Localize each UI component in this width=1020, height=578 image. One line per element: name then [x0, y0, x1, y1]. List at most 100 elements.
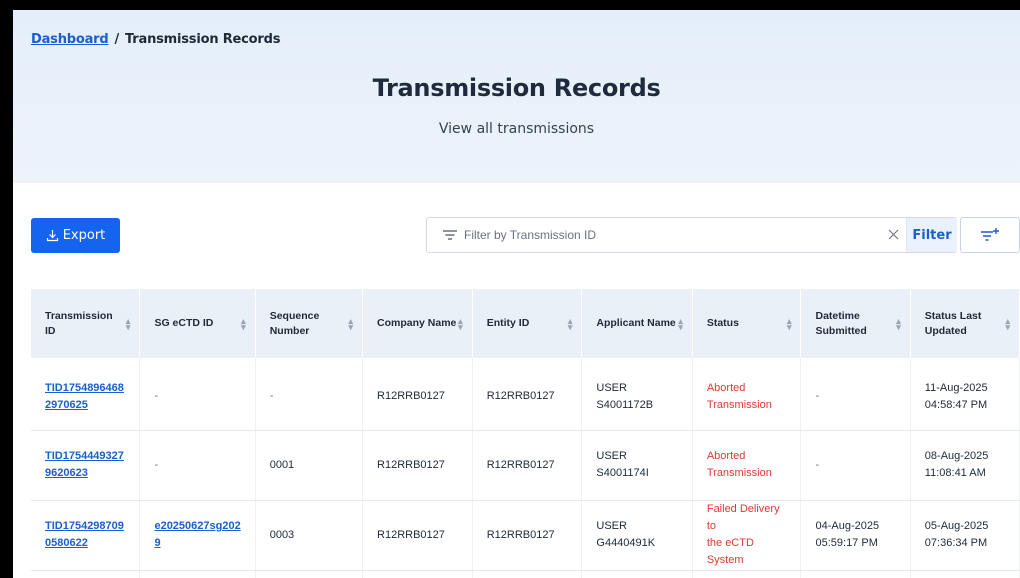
advanced-filter-button[interactable] — [960, 217, 1020, 253]
close-icon[interactable] — [888, 229, 899, 240]
cell-transmission-id: TID1754449327 9620623 — [31, 430, 141, 501]
table-row-partial — [31, 570, 1020, 578]
sort-icon[interactable]: ▴ ▾ — [126, 316, 131, 331]
empty-cell — [910, 570, 1020, 578]
column-header-label: Number — [269, 324, 310, 337]
transmission-id-link[interactable]: TID1754449327 9620623 — [45, 450, 124, 479]
column-header-transmission-id[interactable]: Transmission ID ▴ ▾ — [31, 289, 141, 358]
cell-text: - — [154, 390, 159, 403]
column-header-datetime-submitted[interactable]: Datetime Submitted ▴ ▾ — [800, 289, 911, 358]
cell-status-last-updated: 08-Aug-2025 11:08:41 AM — [910, 430, 1020, 501]
cell-text: USER S4001174I — [596, 450, 649, 479]
empty-cell — [800, 570, 911, 578]
sort-icon[interactable]: ▴ ▾ — [241, 316, 246, 331]
filter-button[interactable]: Filter — [906, 218, 957, 252]
cell-sequence-number: 0003 — [255, 500, 364, 571]
filter-bar: Filter — [426, 217, 957, 253]
cell-text: R12RRB0127 — [377, 458, 445, 471]
download-icon — [46, 230, 58, 242]
column-header-sg-ectd-id[interactable]: SG eCTD ID ▴ ▾ — [139, 289, 256, 358]
page-header: Dashboard / Transmission Records Transmiss… — [13, 10, 1020, 183]
cell-entity-id: R12RRB0127 — [472, 358, 583, 431]
sort-icon[interactable]: ▴ ▾ — [1005, 316, 1010, 331]
transmission-table: Transmission ID ▴ ▾ SG eCTD ID ▴ ▾ Sequence Num… — [31, 289, 1020, 578]
cell-datetime-submitted: - — [800, 430, 911, 501]
sort-icon[interactable]: ▴ ▾ — [348, 316, 353, 331]
column-header-status[interactable]: Status ▴ ▾ — [692, 289, 802, 358]
column-header-label: Status Last — [924, 309, 982, 322]
cell-text: 07:36:34 PM — [924, 537, 988, 549]
export-label: Export — [62, 228, 106, 243]
column-header-status-last-updated[interactable]: Status Last Updated ▴ ▾ — [910, 289, 1020, 358]
cell-sg-ectd-id: e20250627sg202 9 — [139, 500, 256, 571]
transmission-id-filter-input[interactable] — [464, 219, 874, 251]
column-header-company-name[interactable]: Company Name ▴ ▾ — [362, 289, 473, 358]
cell-sg-ectd-id: - — [139, 358, 256, 431]
cell-sequence-number: 0001 — [255, 430, 364, 501]
cell-text: the eCTD System — [706, 537, 754, 566]
cell-text: 05-Aug-2025 — [924, 520, 989, 532]
cell-text: 0001 — [269, 458, 295, 471]
cell-datetime-submitted: - — [800, 358, 911, 431]
sort-icon[interactable]: ▴ ▾ — [678, 316, 683, 331]
app-window: Dashboard / Transmission Records Transmiss… — [13, 10, 1020, 578]
breadcrumb: Dashboard / Transmission Records — [31, 32, 280, 47]
empty-cell — [692, 570, 802, 578]
column-header-entity-id[interactable]: Entity ID ▴ ▾ — [472, 289, 583, 358]
cell-text: 9620623 — [45, 467, 88, 479]
table-row[interactable]: TID1754449327 9620623 - 0001 R12RRB0127 R12RR… — [31, 430, 1020, 501]
cell-text: TID1754896468 — [45, 381, 124, 394]
empty-cell — [31, 570, 141, 578]
cell-text: R12RRB0127 — [377, 390, 445, 403]
cell-status-last-updated: 05-Aug-2025 07:36:34 PM — [910, 500, 1020, 571]
cell-text: Aborted — [706, 450, 746, 462]
cell-text: TID1754449327 — [45, 450, 124, 462]
breadcrumb-dashboard-link[interactable]: Dashboard — [31, 32, 109, 47]
transmission-id-link[interactable]: TID1754298709 0580622 — [45, 520, 124, 549]
table-row[interactable]: TID1754298709 0580622 e20250627sg202 9 0003 R… — [31, 500, 1020, 571]
cell-text: 11-Aug-2025 — [924, 381, 988, 394]
sort-icon[interactable]: ▴ ▾ — [896, 316, 901, 331]
cell-text: 11:08:41 AM — [924, 467, 986, 479]
column-header-applicant-name[interactable]: Applicant Name ▴ ▾ — [581, 289, 693, 358]
table-header-row: Transmission ID ▴ ▾ SG eCTD ID ▴ ▾ Sequence Num… — [31, 289, 1020, 358]
cell-text: 2970625 — [45, 398, 88, 411]
cell-text: - — [815, 390, 820, 403]
cell-text: R12RRB0127 — [377, 528, 445, 541]
cell-text: 0003 — [269, 528, 295, 541]
sort-icon[interactable]: ▴ ▾ — [568, 316, 573, 331]
sort-icon[interactable]: ▴ ▾ — [787, 316, 792, 331]
export-button[interactable]: Export — [31, 218, 120, 253]
table-row[interactable]: TID1754896468 2970625 - - R12RRB0127 R12RRB01… — [31, 358, 1020, 431]
cell-sequence-number: - — [255, 358, 364, 431]
filter-lines-icon — [443, 230, 457, 240]
cell-text: Transmission — [706, 467, 772, 479]
cell-text: R12RRB0127 — [486, 528, 555, 541]
transmission-id-link[interactable]: TID1754896468 2970625 — [45, 382, 124, 411]
cell-status-last-updated: 11-Aug-2025 04:58:47 PM — [910, 358, 1020, 431]
cell-company-name: R12RRB0127 — [362, 500, 473, 571]
column-header-label: Company Name — [377, 317, 457, 329]
cell-text: - — [154, 458, 159, 471]
cell-text: 05:59:17 PM — [815, 537, 878, 549]
column-header-sequence-number[interactable]: Sequence Number ▴ ▾ — [255, 289, 364, 358]
column-header-label: Applicant Name — [596, 317, 676, 329]
filter-add-icon — [981, 228, 999, 241]
cell-applicant-name: USER G4440491K — [581, 500, 693, 571]
cell-transmission-id: TID1754298709 0580622 — [31, 500, 141, 571]
sort-icon[interactable]: ▴ ▾ — [458, 316, 463, 331]
column-header-label: Updated — [924, 324, 967, 337]
sg-ectd-id-link[interactable]: e20250627sg202 9 — [154, 520, 240, 549]
cell-text: R12RRB0127 — [486, 458, 555, 471]
empty-cell — [472, 570, 583, 578]
page-subtitle: View all transmissions — [438, 121, 595, 137]
cell-text: 9 — [154, 537, 161, 549]
column-header-label: SG eCTD ID — [154, 317, 214, 329]
empty-cell — [581, 570, 693, 578]
cell-datetime-submitted: 04-Aug-2025 05:59:17 PM — [800, 500, 911, 571]
cell-text: - — [815, 458, 820, 471]
cell-status: Failed Delivery to the eCTD System — [692, 500, 802, 571]
column-header-label: Status — [706, 317, 739, 329]
column-header-label: Datetime — [815, 309, 860, 322]
cell-entity-id: R12RRB0127 — [472, 430, 583, 501]
